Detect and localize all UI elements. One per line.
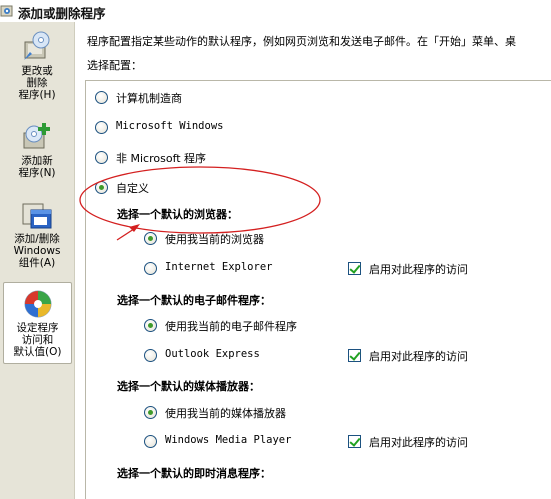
sidebar-item-windows-components[interactable]: 添加/删除 Windows 组件(A)	[0, 198, 74, 269]
radio-button[interactable]	[95, 91, 108, 104]
intro-text: 程序配置指定某些动作的默认程序，例如网页浏览和发送电子邮件。在「开始」菜单、桌	[87, 35, 516, 48]
sidebar-item-label: Windows	[13, 245, 61, 257]
sidebar-item-label: 访问和	[21, 334, 54, 346]
checkbox-label: 启用对此程序的访问	[369, 263, 468, 276]
option-label: 使用我当前的电子邮件程序	[165, 320, 297, 333]
checkbox-label: 启用对此程序的访问	[369, 436, 468, 449]
sidebar-item-label: 添加/删除	[14, 233, 60, 245]
checkbox[interactable]	[348, 262, 361, 275]
radio-button[interactable]	[144, 262, 157, 275]
window-title: 添加或删除程序	[18, 6, 106, 21]
sidebar-item-set-program-defaults[interactable]: 设定程序 访问和 默认值(O)	[3, 282, 72, 364]
option-label: Windows Media Player	[165, 434, 292, 446]
section-heading-browser: 选择一个默认的浏览器：	[117, 208, 238, 221]
sidebar-item-add-new-programs[interactable]: 添加新 程序(N)	[0, 120, 74, 179]
sidebar-item-label: 默认值(O)	[13, 346, 62, 358]
radio-button[interactable]	[95, 181, 108, 194]
sidebar-item-label: 组件(A)	[18, 257, 56, 269]
windows-components-icon	[22, 203, 52, 229]
option-label: 使用我当前的浏览器	[165, 233, 264, 246]
radio-button[interactable]	[144, 319, 157, 332]
set-program-defaults-icon	[24, 290, 51, 318]
sidebar-item-label: 程序(N)	[18, 167, 56, 179]
section-heading-media-player: 选择一个默认的媒体播放器：	[117, 380, 260, 393]
change-remove-programs-icon	[24, 31, 50, 60]
radio-button[interactable]	[144, 435, 157, 448]
section-heading-email: 选择一个默认的电子邮件程序：	[117, 294, 271, 307]
sidebar-item-label: 删除	[26, 77, 48, 89]
option-label: Outlook Express	[165, 348, 260, 360]
checkbox[interactable]	[348, 349, 361, 362]
sidebar-item-label: 更改或	[21, 65, 53, 77]
title-bar: 添加或删除程序	[0, 0, 551, 22]
config-option-label: 计算机制造商	[116, 92, 182, 105]
sidebar-item-label: 添加新	[21, 155, 53, 167]
config-option-label: 自定义	[116, 182, 149, 195]
add-new-programs-icon	[23, 123, 50, 149]
config-option-label: 非 Microsoft 程序	[116, 152, 207, 165]
checkbox[interactable]	[348, 435, 361, 448]
config-option-label: Microsoft Windows	[116, 120, 224, 132]
add-remove-programs-icon	[0, 5, 13, 17]
add-remove-programs-window: 添加或删除程序 更改或 删除 程序(H) 添加新 程序(N) 添加/删除 Win…	[0, 0, 551, 499]
radio-button[interactable]	[144, 232, 157, 245]
sidebar-item-label: 设定程序	[16, 322, 59, 334]
option-label: 使用我当前的媒体播放器	[165, 407, 286, 420]
radio-button[interactable]	[144, 349, 157, 362]
main-content: 程序配置指定某些动作的默认程序，例如网页浏览和发送电子邮件。在「开始」菜单、桌 …	[75, 22, 551, 499]
radio-button[interactable]	[144, 406, 157, 419]
select-config-label: 选择配置：	[87, 59, 142, 72]
sidebar: 更改或 删除 程序(H) 添加新 程序(N) 添加/删除 Windows 组件(…	[0, 22, 75, 499]
sidebar-item-label: 程序(H)	[18, 89, 56, 101]
section-heading-instant-messaging: 选择一个默认的即时消息程序：	[117, 467, 271, 480]
config-panel: 计算机制造商 Microsoft Windows 非 Microsoft 程序 …	[85, 80, 551, 499]
sidebar-item-change-remove-programs[interactable]: 更改或 删除 程序(H)	[0, 30, 74, 101]
radio-button[interactable]	[95, 151, 108, 164]
option-label: Internet Explorer	[165, 261, 273, 273]
checkbox-label: 启用对此程序的访问	[369, 350, 468, 363]
radio-button[interactable]	[95, 121, 108, 134]
